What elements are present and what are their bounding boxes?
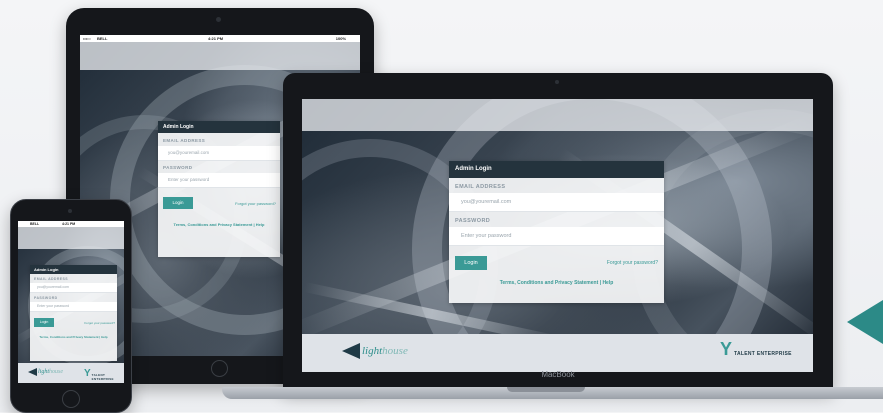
lighthouse-logo-icon: light house: [342, 343, 408, 359]
footer-bar: light house Y TALENT ENTERPRISE: [18, 363, 124, 383]
forgot-password-link[interactable]: Forgot your password?: [84, 321, 115, 325]
password-label: PASSWORD: [455, 218, 491, 224]
laptop-base: MacBook: [222, 370, 883, 412]
email-label: EMAIL ADDRESS: [163, 138, 206, 143]
lighthouse-logo-text-b: house: [49, 369, 64, 375]
login-card-title: Admin Login: [449, 161, 664, 178]
home-button-icon[interactable]: [62, 390, 80, 408]
login-card: Admin Login EMAIL ADDRESS you@youremail.…: [449, 161, 664, 303]
login-card-title: Admin Login: [30, 265, 117, 274]
carrier-label: BELL: [97, 36, 108, 41]
email-field[interactable]: you@youremail.com: [449, 193, 664, 212]
wifi-icon: ••••○: [83, 36, 92, 41]
help-link[interactable]: Help: [256, 222, 265, 227]
camera-icon: [216, 17, 221, 22]
lighthouse-logo-text-a: light: [38, 369, 50, 375]
terms-link[interactable]: Terms, Conditions and Privacy Statement: [174, 222, 253, 227]
login-card: Admin Login EMAIL ADDRESS you@youremail.…: [158, 121, 280, 257]
password-field[interactable]: Enter your password: [158, 173, 280, 188]
talent-enterprise-text: TALENT ENTERPRISE: [91, 373, 114, 381]
login-button[interactable]: Login: [34, 318, 54, 327]
email-label: EMAIL ADDRESS: [34, 277, 68, 281]
password-field[interactable]: Enter your password: [30, 302, 117, 312]
email-field[interactable]: you@youremail.com: [30, 283, 117, 293]
phone-device: BELL 4:21 PM Admin Login EMAIL ADDRESS y…: [10, 199, 132, 413]
lighthouse-logo-text-b: house: [382, 345, 408, 357]
talent-enterprise-text: TALENT ENTERPRISE: [734, 351, 792, 357]
arrow-left-icon: [847, 300, 883, 344]
password-label: PASSWORD: [163, 165, 193, 170]
password-label: PASSWORD: [34, 296, 58, 300]
password-field[interactable]: Enter your password: [449, 227, 664, 246]
separator: |: [253, 222, 255, 227]
email-field[interactable]: you@youremail.com: [158, 146, 280, 161]
terms-link[interactable]: Terms, Conditions and Privacy Statement: [39, 335, 98, 339]
email-label: EMAIL ADDRESS: [455, 184, 506, 190]
phone-screen: BELL 4:21 PM Admin Login EMAIL ADDRESS y…: [18, 221, 124, 383]
laptop-device: Admin Login EMAIL ADDRESS you@youremail.…: [283, 73, 833, 390]
login-card: Admin Login EMAIL ADDRESS you@youremail.…: [30, 265, 117, 361]
separator: |: [599, 280, 602, 286]
forgot-password-link[interactable]: Forgot your password?: [607, 260, 658, 266]
lighthouse-logo-text-a: light: [362, 345, 383, 357]
talent-enterprise-logo-icon: Y TALENT ENTERPRISE: [720, 339, 792, 359]
login-card-title: Admin Login: [158, 121, 280, 133]
help-link[interactable]: Help: [602, 280, 613, 286]
camera-icon: [68, 209, 72, 213]
laptop-brand-label: MacBook: [541, 370, 575, 379]
forgot-password-link[interactable]: Forgot your password?: [235, 201, 276, 206]
talent-enterprise-logo-icon: Y TALENT ENTERPRISE: [84, 366, 124, 381]
laptop-screen: Admin Login EMAIL ADDRESS you@youremail.…: [302, 99, 813, 372]
footer-bar: light house Y TALENT ENTERPRISE: [302, 334, 813, 372]
lighthouse-logo-icon: light house: [28, 368, 63, 376]
terms-link[interactable]: Terms, Conditions and Privacy Statement: [500, 280, 599, 286]
camera-icon: [555, 80, 559, 84]
status-bar: ••••○ BELL 4:21 PM 100%: [80, 35, 360, 42]
login-button[interactable]: Login: [455, 256, 487, 270]
time-label: 4:21 PM: [208, 36, 224, 41]
battery-icon: 100%: [335, 36, 346, 41]
help-link[interactable]: Help: [101, 335, 108, 339]
login-button[interactable]: Login: [163, 197, 193, 209]
